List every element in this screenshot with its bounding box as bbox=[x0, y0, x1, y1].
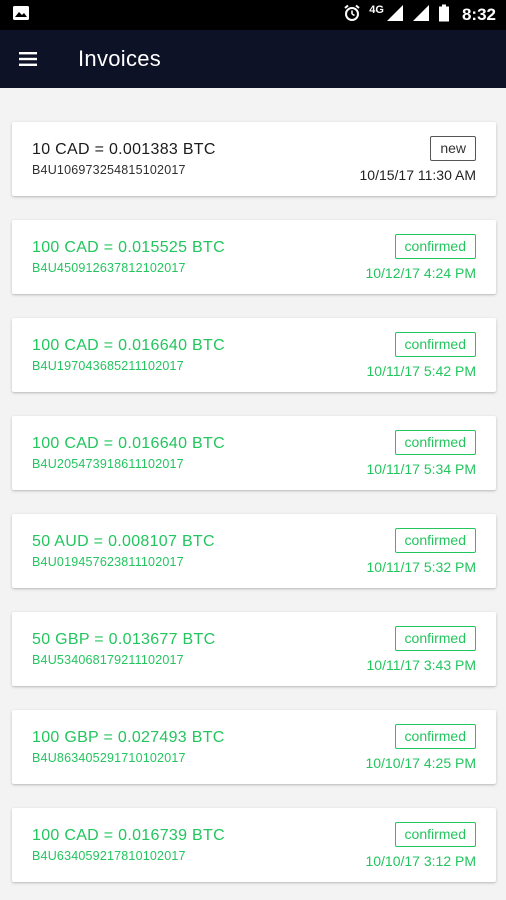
status-badge: confirmed bbox=[394, 724, 476, 749]
invoice-card[interactable]: 100 CAD = 0.016640 BTC B4U205473918611102… bbox=[12, 416, 496, 490]
clock-time: 8:32 bbox=[461, 5, 496, 24]
menu-button[interactable] bbox=[0, 30, 56, 88]
invoice-card[interactable]: 50 GBP = 0.013677 BTC B4U5340681792111020… bbox=[12, 612, 496, 686]
invoice-date: 10/10/17 4:25 PM bbox=[365, 755, 476, 771]
signal-icon bbox=[412, 4, 430, 26]
invoice-id: B4U205473918611102017 bbox=[32, 457, 184, 471]
invoice-id: B4U450912637812102017 bbox=[32, 261, 186, 275]
system-status-bar: 4G 8:32 bbox=[0, 0, 506, 30]
signal-icon bbox=[386, 4, 404, 26]
invoice-date: 10/11/17 5:32 PM bbox=[366, 559, 476, 575]
invoice-amount: 100 CAD = 0.016640 BTC bbox=[32, 435, 225, 452]
status-badge: confirmed bbox=[394, 626, 476, 651]
invoice-amount: 50 GBP = 0.013677 BTC bbox=[32, 631, 216, 648]
invoice-id: B4U197043685211102017 bbox=[32, 359, 184, 373]
page-title: Invoices bbox=[78, 46, 162, 71]
status-badge: confirmed bbox=[394, 528, 476, 553]
status-badge: confirmed bbox=[394, 234, 476, 259]
invoice-id: B4U019457623811102017 bbox=[32, 555, 184, 569]
status-badge: confirmed bbox=[394, 430, 476, 455]
menu-icon bbox=[19, 52, 37, 66]
status-badge: new bbox=[430, 136, 476, 161]
network-type-label: 4G bbox=[369, 4, 384, 16]
invoice-card[interactable]: 50 AUD = 0.008107 BTC B4U0194576238111020… bbox=[12, 514, 496, 588]
invoice-card[interactable]: 100 CAD = 0.015525 BTC B4U450912637812102… bbox=[12, 220, 496, 294]
invoice-date: 10/12/17 4:24 PM bbox=[365, 265, 476, 281]
invoice-id: B4U106973254815102017 bbox=[32, 163, 186, 177]
invoice-card[interactable]: 10 CAD = 0.001383 BTC B4U1069732548151020… bbox=[12, 122, 496, 196]
invoice-date: 10/11/17 3:43 PM bbox=[366, 657, 476, 673]
alarm-icon bbox=[343, 4, 361, 26]
status-badge: confirmed bbox=[394, 332, 476, 357]
invoice-amount: 10 CAD = 0.001383 BTC bbox=[32, 141, 216, 158]
invoice-id: B4U534068179211102017 bbox=[32, 653, 184, 667]
invoice-card[interactable]: 100 GBP = 0.027493 BTC B4U863405291710102… bbox=[12, 710, 496, 784]
invoice-date: 10/11/17 5:34 PM bbox=[366, 461, 476, 477]
invoice-date: 10/11/17 5:42 PM bbox=[366, 363, 476, 379]
invoice-amount: 50 AUD = 0.008107 BTC bbox=[32, 533, 215, 550]
invoice-list: 10 CAD = 0.001383 BTC B4U1069732548151020… bbox=[0, 88, 506, 900]
image-icon bbox=[12, 5, 30, 26]
invoice-amount: 100 CAD = 0.016640 BTC bbox=[32, 337, 225, 354]
invoice-card[interactable]: 100 CAD = 0.016640 BTC B4U197043685211102… bbox=[12, 318, 496, 392]
invoice-amount: 100 CAD = 0.015525 BTC bbox=[32, 239, 225, 256]
invoice-amount: 100 CAD = 0.016739 BTC bbox=[32, 827, 225, 844]
invoice-id: B4U863405291710102017 bbox=[32, 751, 186, 765]
invoice-card[interactable]: 100 CAD = 0.016739 BTC B4U634059217810102… bbox=[12, 808, 496, 882]
invoice-date: 10/10/17 3:12 PM bbox=[365, 853, 476, 869]
invoice-date: 10/15/17 11:30 AM bbox=[359, 167, 477, 183]
status-badge: confirmed bbox=[394, 822, 476, 847]
battery-icon bbox=[438, 4, 450, 26]
app-bar: Invoices bbox=[0, 30, 506, 88]
invoice-id: B4U634059217810102017 bbox=[32, 849, 186, 863]
invoice-amount: 100 GBP = 0.027493 BTC bbox=[32, 729, 225, 746]
